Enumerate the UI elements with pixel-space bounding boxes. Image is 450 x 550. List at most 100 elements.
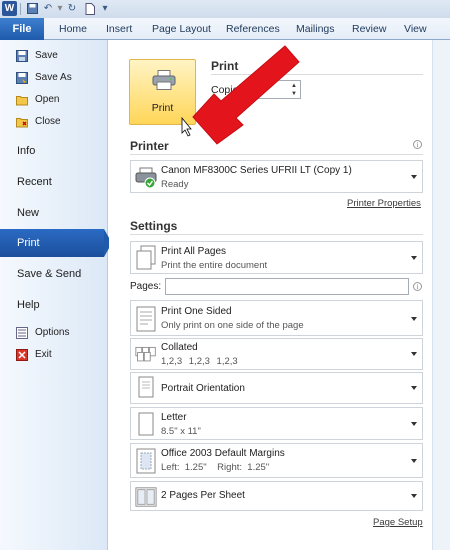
chevron-down-icon (411, 494, 417, 498)
close-folder-icon (16, 118, 28, 128)
chevron-down-icon (411, 422, 417, 426)
printer-heading: Printer (130, 139, 169, 153)
nav-save[interactable]: Save (0, 46, 108, 66)
paper-size-icon (138, 412, 154, 436)
copies-label: Copies: (211, 84, 247, 96)
nav-tab-save-send[interactable]: Save & Send (0, 260, 108, 288)
tab-insert[interactable]: Insert (106, 18, 132, 40)
paper-size-subtitle: 8.5" x 11" (161, 426, 201, 437)
printer-properties-link[interactable]: Printer Properties (347, 198, 421, 209)
portrait-icon (138, 376, 154, 398)
chevron-down-icon (411, 386, 417, 390)
nav-tab-help[interactable]: Help (0, 291, 108, 319)
print-range-title: Print All Pages (161, 246, 227, 257)
orientation-title: Portrait Orientation (161, 383, 245, 394)
pages-per-sheet-dropdown[interactable]: 2 Pages Per Sheet (130, 481, 423, 511)
nav-exit[interactable]: Exit (0, 345, 108, 365)
chevron-down-icon (411, 459, 417, 463)
tab-home[interactable]: Home (59, 18, 87, 40)
print-range-subtitle: Print the entire document (161, 260, 268, 271)
pages-label: Pages: (130, 281, 162, 292)
nav-close-label: Close (35, 116, 61, 127)
settings-heading: Settings (130, 219, 178, 233)
save-icon (16, 50, 28, 62)
chevron-down-icon (411, 256, 417, 260)
margins-dropdown[interactable]: Office 2003 Default Margins Left: 1.25" … (130, 443, 423, 478)
info-icon[interactable]: i (413, 140, 422, 149)
print-range-dropdown[interactable]: Print All Pages Print the entire documen… (130, 241, 423, 274)
copies-value: 1 (256, 83, 262, 95)
chevron-down-icon (411, 352, 417, 356)
pages-per-sheet-title: 2 Pages Per Sheet (161, 490, 245, 501)
nav-options-label: Options (35, 327, 70, 338)
print-button-label: Print (151, 102, 174, 114)
copies-stepper[interactable]: 1 ▲ ▼ (251, 80, 301, 99)
sides-subtitle: Only print on one side of the page (161, 320, 304, 331)
more-icon[interactable]: ▾ (99, 3, 111, 15)
options-icon (16, 327, 28, 339)
tab-references[interactable]: References (226, 18, 280, 40)
tab-mailings[interactable]: Mailings (296, 18, 335, 40)
tab-review[interactable]: Review (352, 18, 386, 40)
exit-icon (16, 349, 28, 361)
nav-tab-print[interactable]: Print (0, 229, 112, 257)
open-folder-icon (16, 96, 28, 106)
word-icon[interactable]: W (2, 1, 17, 16)
chevron-down-icon (411, 175, 417, 179)
quick-access-toolbar: W ↶ ▾ ↻ ▾ (0, 0, 450, 18)
chevron-down-icon[interactable]: ▾ (54, 3, 66, 15)
sides-title: Print One Sided (161, 306, 232, 317)
pages-icon (136, 245, 156, 270)
nav-options[interactable]: Options (0, 323, 108, 343)
printer-rule (130, 154, 423, 155)
margins-icon (136, 448, 156, 474)
tab-page-layout[interactable]: Page Layout (152, 18, 211, 40)
spin-down-icon[interactable]: ▼ (290, 90, 298, 98)
new-document-icon[interactable] (84, 3, 96, 15)
toolbar-separator (20, 3, 21, 15)
ribbon-tabs: File Home Insert Page Layout References … (0, 18, 450, 40)
nav-open-label: Open (35, 94, 60, 105)
nav-open[interactable]: Open (0, 90, 108, 110)
backstage-nav: Save Save As Open Close Info Recent New … (0, 40, 112, 550)
collated-icon (135, 346, 156, 362)
tab-file[interactable]: File (0, 18, 44, 40)
nav-tab-info[interactable]: Info (0, 137, 108, 165)
printer-icon (152, 70, 176, 90)
preview-edge (432, 40, 450, 550)
collation-title: Collated (161, 342, 198, 353)
printer-dropdown[interactable]: Canon MF8300C Series UFRII LT (Copy 1) R… (130, 160, 423, 193)
redo-icon[interactable]: ↻ (66, 3, 78, 15)
margins-subtitle: Left: 1.25" Right: 1.25" (161, 462, 270, 473)
nav-exit-label: Exit (35, 349, 52, 360)
settings-rule (130, 234, 423, 235)
pages-input[interactable] (165, 278, 409, 295)
print-heading-rule (211, 74, 423, 75)
save-as-icon (16, 72, 28, 84)
one-sided-icon (136, 306, 156, 332)
print-button[interactable]: Print (129, 59, 196, 125)
info-icon[interactable]: i (413, 282, 422, 291)
orientation-dropdown[interactable]: Portrait Orientation (130, 372, 423, 404)
save-icon[interactable] (26, 3, 38, 15)
undo-icon[interactable]: ↶ (42, 3, 54, 15)
collation-dropdown[interactable]: Collated 1,2,3 1,2,3 1,2,3 (130, 338, 423, 370)
nav-tab-new[interactable]: New (0, 199, 108, 227)
collation-subtitle: 1,2,3 1,2,3 1,2,3 (161, 356, 238, 367)
page-setup-link[interactable]: Page Setup (373, 517, 423, 528)
nav-save-as-label: Save As (35, 72, 72, 83)
tab-view[interactable]: View (404, 18, 427, 40)
nav-save-label: Save (35, 50, 58, 61)
pages-per-sheet-icon (135, 487, 157, 507)
printer-name: Canon MF8300C Series UFRII LT (Copy 1) (161, 165, 352, 176)
spin-up-icon[interactable]: ▲ (290, 82, 298, 90)
printer-status: Ready (161, 179, 189, 190)
paper-size-dropdown[interactable]: Letter 8.5" x 11" (130, 407, 423, 440)
printer-icon (135, 167, 157, 189)
nav-save-as[interactable]: Save As (0, 68, 108, 88)
nav-tab-recent[interactable]: Recent (0, 168, 108, 196)
chevron-down-icon (411, 317, 417, 321)
margins-title: Office 2003 Default Margins (161, 448, 285, 459)
sides-dropdown[interactable]: Print One Sided Only print on one side o… (130, 300, 423, 336)
nav-close[interactable]: Close (0, 112, 108, 132)
